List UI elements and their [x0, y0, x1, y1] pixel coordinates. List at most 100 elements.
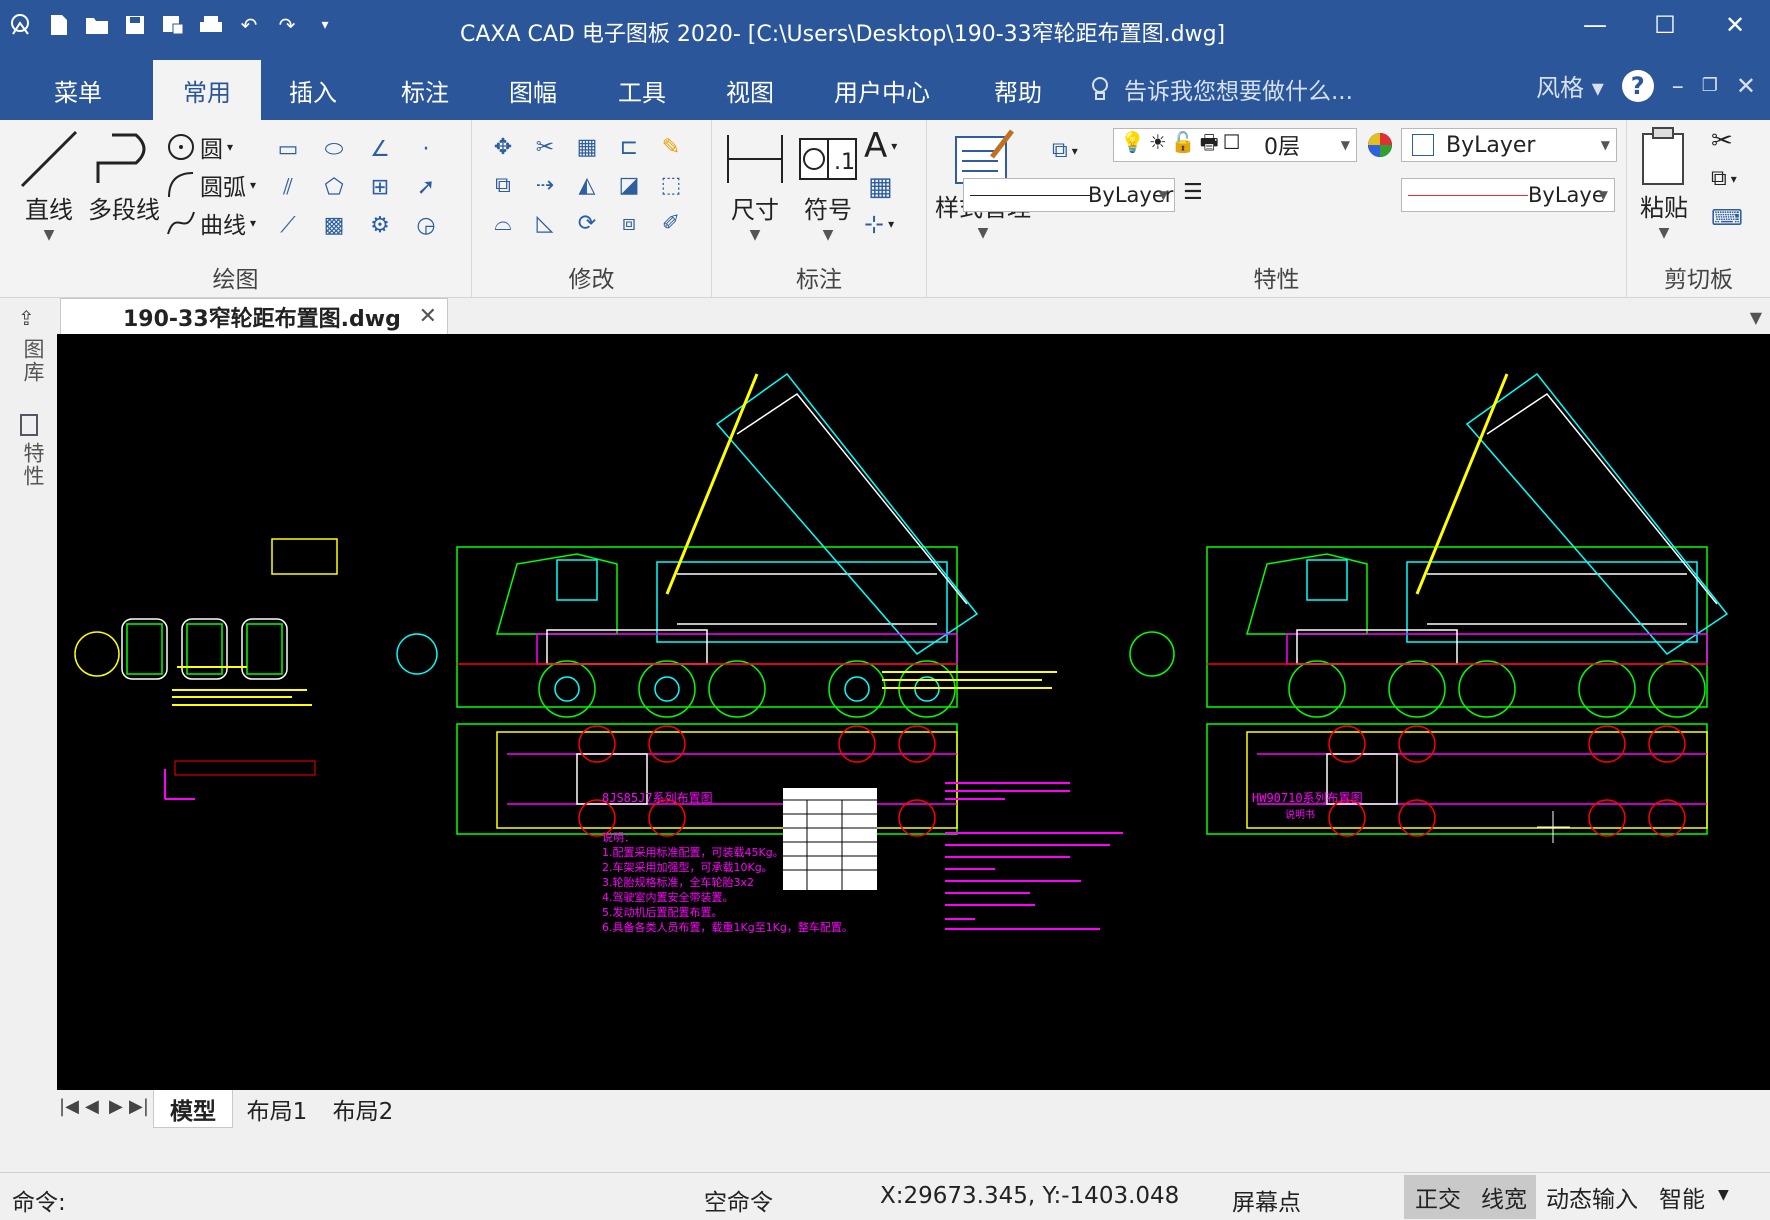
snap-mode[interactable]: 屏幕点: [1232, 1183, 1301, 1217]
ribbon-minimize-icon[interactable]: –: [1672, 72, 1684, 100]
doc-close-icon[interactable]: ✕: [1736, 72, 1756, 100]
side-tab-library[interactable]: 图库: [18, 338, 48, 384]
format-painter-icon[interactable]: ⌨: [1711, 206, 1743, 231]
stretch-icon[interactable]: ⊏: [610, 128, 648, 166]
close-tab-icon[interactable]: ✕: [419, 304, 437, 329]
style-dropdown[interactable]: 风格 ▾: [1536, 68, 1604, 103]
doc-restore-icon[interactable]: ❐: [1702, 75, 1718, 96]
color-wheel-icon[interactable]: [1365, 130, 1395, 160]
tab-menu[interactable]: 菜单: [18, 60, 138, 120]
redo-icon[interactable]: ↷: [272, 10, 302, 40]
copy-clip-icon[interactable]: ⧉ ▾: [1711, 166, 1737, 191]
maximize-button[interactable]: ☐: [1630, 0, 1700, 50]
help-icon[interactable]: ?: [1621, 69, 1654, 102]
next-layout-icon[interactable]: ▶: [109, 1096, 123, 1117]
block-icon[interactable]: ⊞: [360, 168, 400, 206]
smart-dropdown-chevron-icon[interactable]: ▼: [1718, 1187, 1729, 1203]
move-icon[interactable]: ✥: [484, 128, 522, 166]
eraser-icon[interactable]: ✎: [652, 128, 690, 166]
offset-icon[interactable]: ⬚: [652, 166, 690, 204]
symbol-icon: .1: [798, 128, 858, 190]
point-icon[interactable]: ·: [406, 130, 446, 168]
fillet-icon[interactable]: ⌓: [484, 204, 522, 242]
save-icon[interactable]: [120, 10, 150, 40]
lightbulb-icon: [1092, 77, 1108, 100]
text-button[interactable]: A ▾: [864, 126, 897, 166]
drawing-canvas[interactable]: 8JS85J7系列布置图 HW90710系列布置图 说明书 说明： 1.配置采用…: [57, 334, 1770, 1090]
centerline-icon[interactable]: ⟋: [268, 206, 308, 244]
command-area[interactable]: [0, 1130, 1770, 1172]
tab-annotate[interactable]: 标注: [375, 60, 475, 120]
circle-button[interactable]: 圆 ▾: [166, 130, 233, 164]
scale-icon[interactable]: ◪: [610, 166, 648, 204]
smart-snap-toggle[interactable]: 智能: [1652, 1175, 1712, 1219]
angle-line-icon[interactable]: ∠: [360, 130, 400, 168]
tab-insert[interactable]: 插入: [268, 60, 358, 120]
tab-common[interactable]: 常用: [153, 60, 261, 120]
tab-user-center[interactable]: 用户中心: [812, 60, 952, 120]
layer-combo[interactable]: 💡☀🔓🖶☐ 0层 ▼: [1113, 128, 1357, 162]
close-button[interactable]: ✕: [1700, 0, 1770, 50]
note-line: 1.配置采用标准配置，可装载45Kg。: [602, 846, 784, 859]
cut-icon[interactable]: ✂: [1711, 126, 1733, 156]
color-combo[interactable]: ByLayer ▼: [1401, 128, 1617, 162]
arc-button[interactable]: 圆弧 ▾: [166, 168, 256, 202]
tab-view[interactable]: 视图: [700, 60, 800, 120]
hatch-icon[interactable]: ▩: [314, 206, 354, 244]
linetype-combo[interactable]: ByLayer ▼: [963, 178, 1175, 212]
dynamic-input-toggle[interactable]: 动态输入: [1540, 1175, 1644, 1219]
trim-icon[interactable]: ✂: [526, 128, 564, 166]
save-as-icon[interactable]: [158, 10, 188, 40]
coordinate-icon[interactable]: ⊹ ▾: [864, 210, 894, 238]
lineweight-toggle[interactable]: 线宽: [1472, 1175, 1536, 1219]
symbol-button[interactable]: .1 符号 ▼: [798, 128, 858, 243]
tab-layout2[interactable]: 布局2: [323, 1090, 403, 1128]
polyline-button[interactable]: 多段线: [88, 128, 160, 225]
arrow-icon[interactable]: ➚: [406, 168, 446, 206]
last-layout-icon[interactable]: ▶|: [129, 1096, 149, 1117]
paste-button[interactable]: 粘贴 ▼: [1637, 126, 1691, 241]
curve-button[interactable]: 曲线 ▾: [166, 206, 256, 240]
linewidth-icon[interactable]: ☰: [1183, 180, 1203, 205]
rectangle-icon[interactable]: ▭: [268, 130, 308, 168]
line-button[interactable]: 直线 ▼: [18, 128, 80, 243]
gear-icon[interactable]: ⚙: [360, 206, 400, 244]
app-logo-icon[interactable]: [6, 10, 36, 40]
chamfer-icon[interactable]: ◺: [526, 204, 564, 242]
document-tab[interactable]: 190-33窄轮距布置图.dwg ✕: [60, 298, 448, 334]
extend-icon[interactable]: ⇢: [526, 166, 564, 204]
array-icon[interactable]: ▦: [568, 128, 606, 166]
first-layout-icon[interactable]: |◀: [59, 1096, 79, 1117]
undo-icon[interactable]: ↶: [234, 10, 264, 40]
edit-icon[interactable]: ✐: [652, 204, 690, 242]
tell-me-box[interactable]: 告诉我您想要做什么...: [1090, 72, 1353, 106]
lineweight-combo[interactable]: ByLaye ▼: [1401, 178, 1615, 212]
chevron-down-icon: ▼: [43, 227, 55, 243]
tab-tools[interactable]: 工具: [592, 60, 692, 120]
tab-help[interactable]: 帮助: [968, 60, 1068, 120]
rotate-icon[interactable]: ⟳: [568, 204, 606, 242]
side-tab-properties[interactable]: 特性: [18, 442, 48, 488]
prev-layout-icon[interactable]: ◀: [85, 1096, 99, 1117]
open-folder-icon[interactable]: [82, 10, 112, 40]
ortho-toggle[interactable]: 正交: [1404, 1175, 1472, 1219]
chevron-down-icon: ▼: [1598, 188, 1608, 202]
parallel-line-icon[interactable]: ⫽: [268, 168, 308, 206]
tab-model[interactable]: 模型: [153, 1090, 233, 1128]
customize-qat-icon[interactable]: ▾: [310, 10, 340, 40]
copy-icon[interactable]: ⧉: [484, 166, 522, 204]
tab-frame[interactable]: 图幅: [483, 60, 583, 120]
tab-list-chevron-icon[interactable]: ▼: [1750, 308, 1762, 327]
layer-manager-icon[interactable]: ⧉ ▾: [1052, 138, 1078, 163]
tab-layout1[interactable]: 布局1: [237, 1090, 317, 1128]
dimension-button[interactable]: 尺寸 ▼: [724, 128, 786, 243]
table-icon[interactable]: ▦: [868, 172, 893, 202]
explode-icon[interactable]: ⧈: [610, 204, 648, 242]
new-file-icon[interactable]: [44, 10, 74, 40]
mirror-icon[interactable]: ◭: [568, 166, 606, 204]
minimize-button[interactable]: —: [1560, 0, 1630, 50]
polygon-icon[interactable]: ⬠: [314, 168, 354, 206]
ellipse-icon[interactable]: ⬭: [314, 130, 354, 168]
print-icon[interactable]: [196, 10, 226, 40]
text-frame-icon[interactable]: ◶: [406, 206, 446, 244]
